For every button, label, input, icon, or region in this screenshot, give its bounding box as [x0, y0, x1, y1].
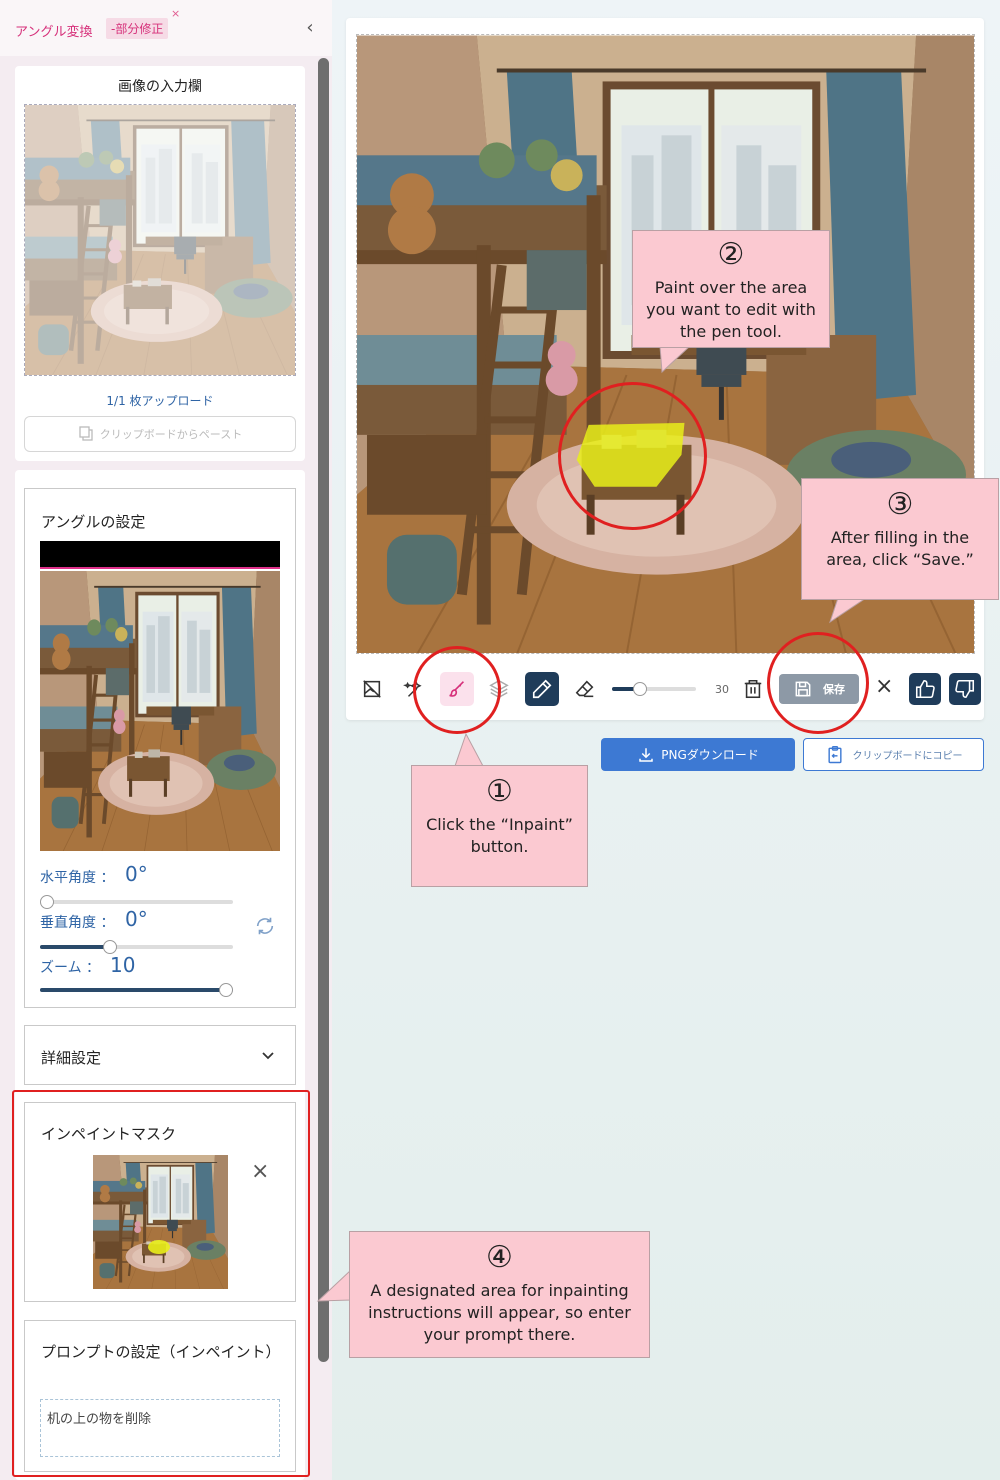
vertical-angle-value: 0°: [125, 907, 148, 931]
callout-4-number: ④: [486, 1240, 513, 1275]
vertical-angle-slider[interactable]: [40, 940, 233, 954]
thumbs-down-icon: [955, 679, 975, 699]
tab-badge[interactable]: -部分修正: [106, 18, 169, 39]
callout-step-3: ③ After filling in the area, click “Save…: [801, 478, 999, 600]
zoom-label: ズーム ：: [40, 960, 101, 976]
chevron-down-icon: [262, 1052, 274, 1060]
brush-size-value: 30: [715, 683, 729, 696]
tab-bar: アングル変換 -部分修正 × ‹: [0, 0, 332, 56]
vertical-angle-label: 垂直角度 ：: [40, 915, 115, 931]
left-panel: アングル変換 -部分修正 × ‹ 画像の入力欄 1/1 枚アップロード クリップ…: [0, 0, 332, 1480]
trash-icon: [744, 679, 762, 699]
angle-preview-bar: [40, 541, 280, 569]
callout-step-4: ④ A designated area for inpainting instr…: [349, 1231, 650, 1358]
download-icon: [639, 747, 653, 762]
toggle-mask-view-button[interactable]: [355, 672, 389, 706]
callout-step-1: ① Click the “Inpaint” button.: [411, 765, 588, 887]
pen-icon: [532, 679, 552, 699]
reset-angle-button[interactable]: [250, 911, 280, 941]
angle-preview-image: [40, 571, 280, 851]
input-card: 画像の入力欄 1/1 枚アップロード クリップボードからペースト: [15, 66, 305, 461]
angle-settings-box: アングルの設定 水平角度 ： 0° 垂直角度 ： 0° ズーム ： 10: [24, 488, 296, 1008]
highlight-ring-save-button: [767, 632, 869, 734]
highlight-ring-inpaint-button: [413, 646, 501, 734]
zoom-slider[interactable]: [40, 983, 233, 997]
pen-tool-button[interactable]: [525, 672, 559, 706]
zoom-value: 10: [110, 953, 136, 977]
inpaint-section-highlight: [12, 1090, 310, 1477]
advanced-settings-toggle[interactable]: 詳細設定: [24, 1025, 296, 1085]
callout-2-text: Paint over the area you want to edit wit…: [646, 278, 816, 341]
callout-3-number: ③: [886, 487, 914, 522]
thumbs-up-button[interactable]: [909, 673, 941, 705]
paste-clipboard-button[interactable]: クリップボードからペースト: [24, 416, 296, 452]
highlight-ring-mask-area: [558, 382, 707, 530]
upload-count: 1/1 枚アップロード: [106, 394, 214, 408]
thumbs-up-icon: [915, 679, 935, 699]
clipboard-copy-icon: [827, 745, 842, 763]
callout-4-text: A designated area for inpainting instruc…: [368, 1281, 631, 1344]
callout-2-number: ②: [717, 237, 745, 272]
png-download-button[interactable]: PNGダウンロード: [601, 738, 795, 771]
brush-size-slider[interactable]: [612, 682, 696, 696]
collapse-panel-icon[interactable]: ‹: [300, 17, 320, 39]
close-inpaint-icon[interactable]: ×: [875, 674, 893, 699]
horizontal-angle-value: 0°: [125, 862, 148, 886]
angle-title: アングルの設定: [41, 513, 146, 531]
callout-3-text: After filling in the area, click “Save.”: [826, 528, 974, 569]
callout-1-text: Click the “Inpaint” button.: [426, 815, 573, 856]
refresh-icon: [256, 917, 274, 935]
png-download-label: PNGダウンロード: [661, 748, 759, 762]
image-off-icon: [363, 680, 381, 698]
copy-clipboard-label: クリップボードにコピー: [852, 751, 963, 762]
eraser-button[interactable]: [568, 672, 602, 706]
input-image-dropzone[interactable]: [24, 104, 296, 376]
callout-step-2: ② Paint over the area you want to edit w…: [632, 230, 830, 348]
tab-title[interactable]: アングル変換: [15, 21, 92, 40]
sidebar-scrollbar[interactable]: [318, 58, 329, 1362]
advanced-title: 詳細設定: [41, 1049, 102, 1067]
paste-clipboard-label: クリップボードからペースト: [99, 428, 243, 441]
tab-close-icon[interactable]: ×: [171, 8, 180, 19]
thumbs-down-button[interactable]: [949, 673, 981, 705]
eraser-icon: [575, 680, 594, 698]
copy-clipboard-button[interactable]: クリップボードにコピー: [803, 738, 984, 771]
clipboard-icon: [79, 426, 93, 441]
input-title: 画像の入力欄: [118, 79, 202, 95]
clear-mask-button[interactable]: [736, 672, 770, 706]
horizontal-angle-label: 水平角度 ：: [40, 870, 115, 886]
callout-1-number: ①: [486, 774, 513, 809]
